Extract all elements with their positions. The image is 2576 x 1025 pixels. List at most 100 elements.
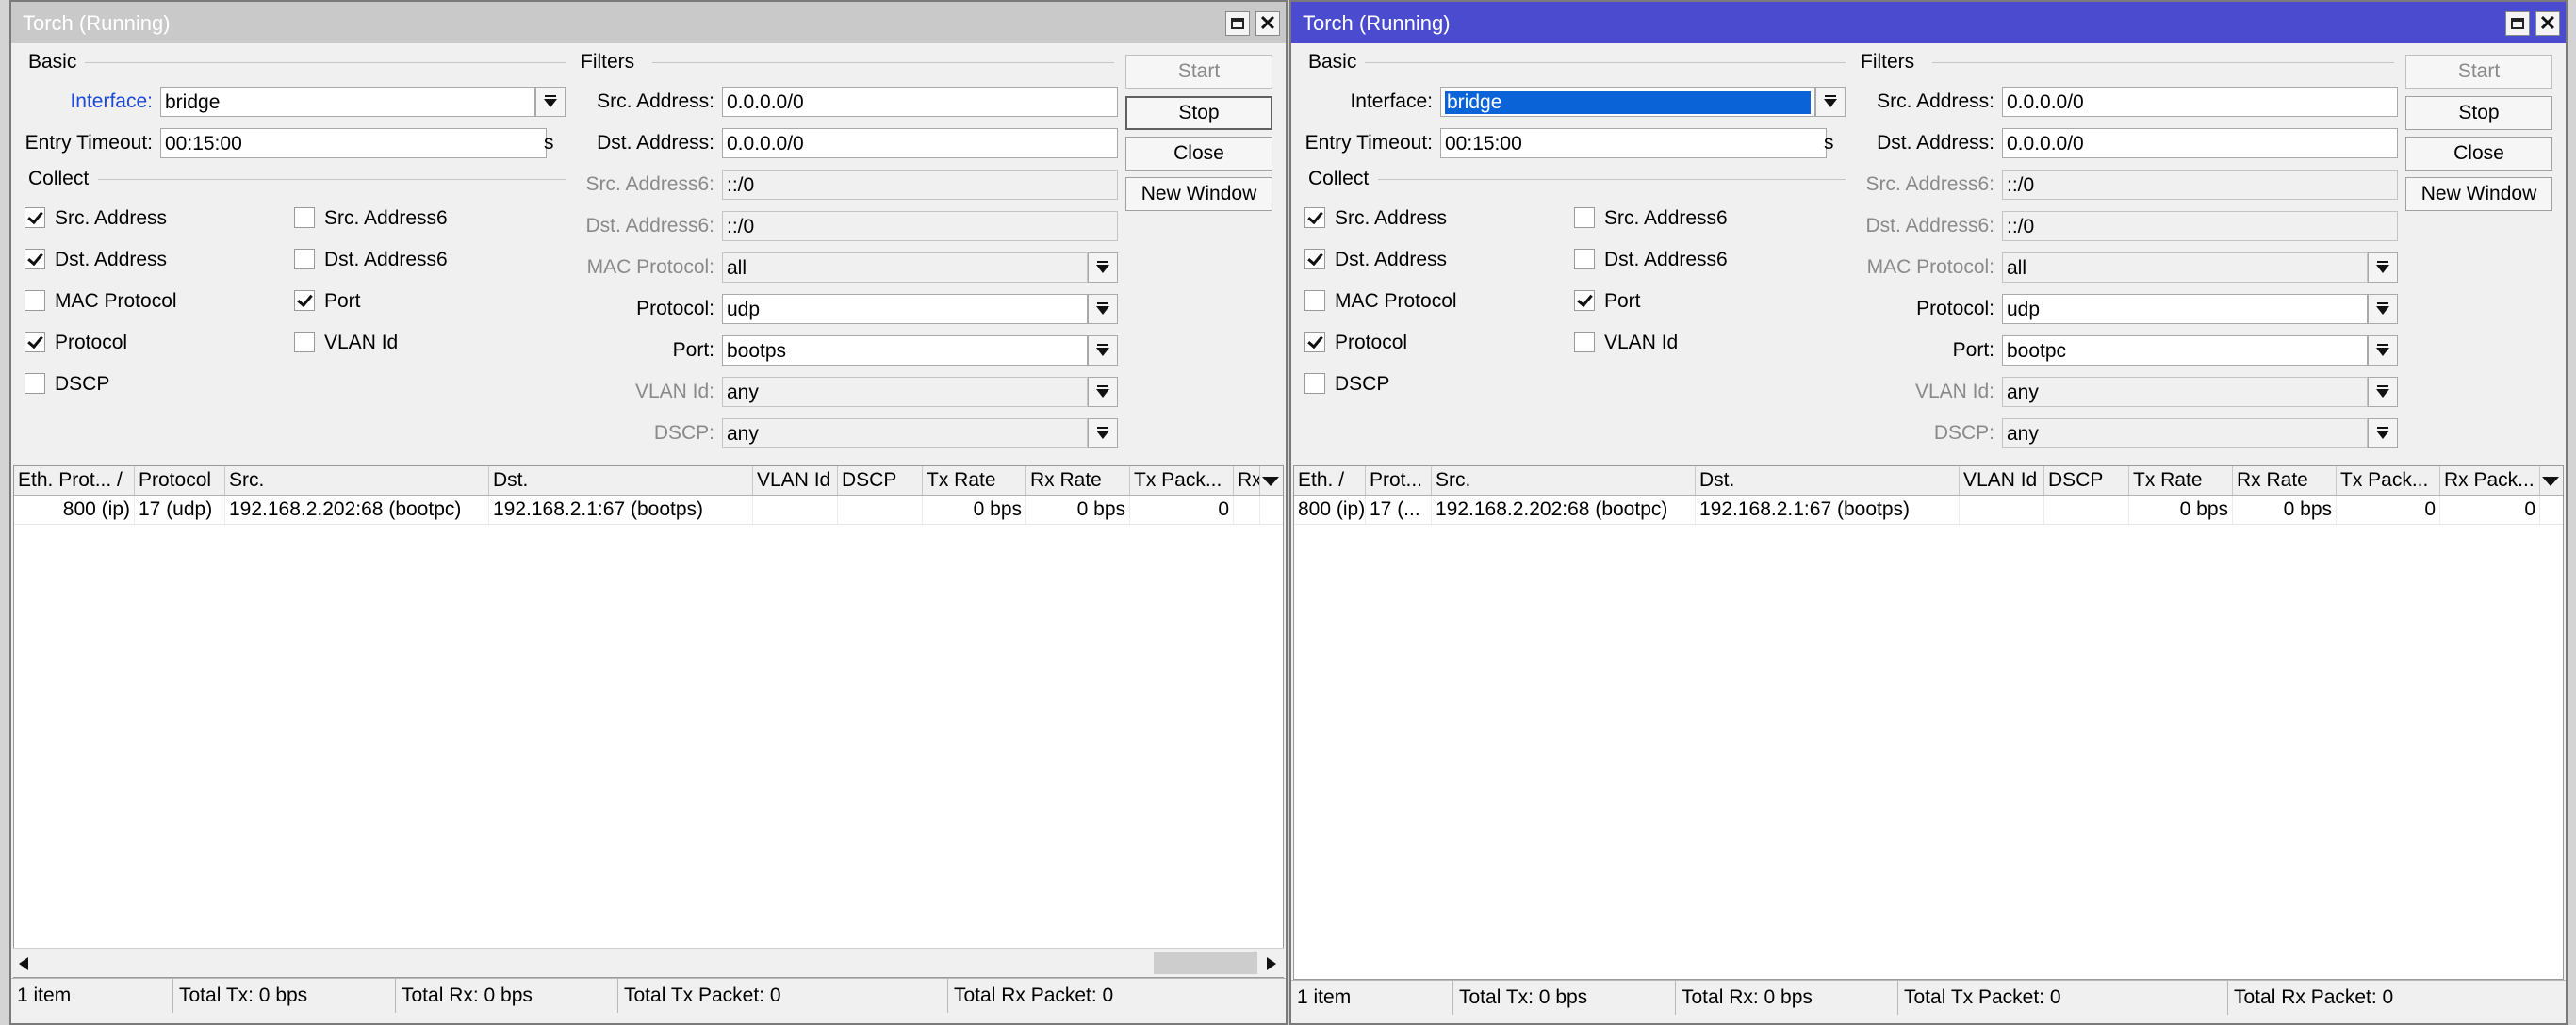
entry-timeout-input[interactable]: 00:15:00 bbox=[160, 128, 547, 158]
collect-src-address-checkbox[interactable] bbox=[25, 207, 45, 228]
filter-port-select[interactable]: bootpc bbox=[2002, 335, 2368, 366]
column-eth-protocol[interactable]: Eth. / bbox=[1294, 466, 1366, 495]
collect-dst-address6-label[interactable]: Dst. Address6 bbox=[324, 249, 448, 271]
dscp-dropdown-button[interactable] bbox=[2368, 418, 2398, 448]
dscp-dropdown-button[interactable] bbox=[1088, 418, 1118, 448]
collect-vlan-id-label[interactable]: VLAN Id bbox=[324, 332, 398, 354]
collect-dst-address6-checkbox[interactable] bbox=[1574, 249, 1595, 269]
column-dscp[interactable]: DSCP bbox=[2044, 466, 2129, 495]
title-bar[interactable]: Torch (Running) ✕ bbox=[1291, 2, 2566, 43]
collect-src-address-label[interactable]: Src. Address bbox=[55, 207, 167, 230]
column-menu-icon[interactable] bbox=[2542, 477, 2559, 486]
collect-dst-address-label[interactable]: Dst. Address bbox=[1335, 249, 1447, 271]
collect-dscp-checkbox[interactable] bbox=[25, 373, 45, 394]
filter-dscp-select[interactable]: any bbox=[722, 418, 1088, 448]
table-row[interactable]: 800 (ip) 17 (udp) 192.168.2.202:68 (boot… bbox=[14, 496, 1283, 525]
collect-mac-protocol-label[interactable]: MAC Protocol bbox=[1335, 290, 1457, 313]
filter-dst-address-input[interactable]: 0.0.0.0/0 bbox=[2002, 128, 2398, 158]
collect-dscp-label[interactable]: DSCP bbox=[1335, 373, 1389, 396]
close-button[interactable]: Close bbox=[1125, 137, 1272, 171]
collect-port-label[interactable]: Port bbox=[1604, 290, 1641, 313]
interface-label[interactable]: Interface: bbox=[11, 90, 153, 113]
collect-dst-address-checkbox[interactable] bbox=[1304, 249, 1325, 269]
collect-vlan-id-checkbox[interactable] bbox=[1574, 332, 1595, 352]
stop-button[interactable]: Stop bbox=[1125, 96, 1272, 130]
column-menu-icon[interactable] bbox=[1262, 477, 1279, 486]
collect-dst-address6-checkbox[interactable] bbox=[294, 249, 315, 269]
collect-vlan-id-label[interactable]: VLAN Id bbox=[1604, 332, 1678, 354]
collect-mac-protocol-checkbox[interactable] bbox=[1304, 290, 1325, 311]
scrollbar-thumb[interactable] bbox=[1154, 952, 1257, 974]
interface-label[interactable]: Interface: bbox=[1291, 90, 1433, 113]
column-src[interactable]: Src. bbox=[1432, 466, 1696, 495]
column-protocol[interactable]: Protocol bbox=[135, 466, 225, 495]
maximize-button[interactable] bbox=[2505, 11, 2530, 36]
collect-port-checkbox[interactable] bbox=[1574, 290, 1595, 311]
close-button[interactable]: Close bbox=[2405, 137, 2552, 171]
new-window-button[interactable]: New Window bbox=[2405, 177, 2552, 211]
collect-protocol-label[interactable]: Protocol bbox=[1335, 332, 1407, 354]
close-window-button[interactable]: ✕ bbox=[1255, 11, 1280, 36]
filter-src-address-input[interactable]: 0.0.0.0/0 bbox=[722, 87, 1118, 117]
table-row[interactable]: 800 (ip) 17 (... 192.168.2.202:68 (bootp… bbox=[1294, 496, 2563, 525]
collect-mac-protocol-checkbox[interactable] bbox=[25, 290, 45, 311]
filter-protocol-select[interactable]: udp bbox=[722, 294, 1088, 324]
entry-timeout-input[interactable]: 00:15:00 bbox=[1440, 128, 1827, 158]
port-dropdown-button[interactable] bbox=[2368, 335, 2398, 366]
scroll-right-icon[interactable] bbox=[1267, 957, 1276, 970]
collect-protocol-checkbox[interactable] bbox=[1304, 332, 1325, 352]
port-dropdown-button[interactable] bbox=[1088, 335, 1118, 366]
filter-mac-protocol-select[interactable]: all bbox=[2002, 252, 2368, 283]
filter-vlan-id-select[interactable]: any bbox=[722, 377, 1088, 407]
protocol-dropdown-button[interactable] bbox=[1088, 294, 1118, 324]
protocol-dropdown-button[interactable] bbox=[2368, 294, 2398, 324]
vlan-id-dropdown-button[interactable] bbox=[1088, 377, 1118, 407]
horizontal-scrollbar[interactable] bbox=[13, 948, 1284, 977]
column-dst[interactable]: Dst. bbox=[489, 466, 753, 495]
column-dscp[interactable]: DSCP bbox=[838, 466, 923, 495]
collect-dst-address-label[interactable]: Dst. Address bbox=[55, 249, 167, 271]
vlan-id-dropdown-button[interactable] bbox=[2368, 377, 2398, 407]
collect-protocol-label[interactable]: Protocol bbox=[55, 332, 127, 354]
new-window-button[interactable]: New Window bbox=[1125, 177, 1272, 211]
start-button[interactable]: Start bbox=[2405, 55, 2552, 89]
interface-select[interactable]: bridge bbox=[160, 87, 535, 117]
filter-mac-protocol-select[interactable]: all bbox=[722, 252, 1088, 283]
filter-src-address-input[interactable]: 0.0.0.0/0 bbox=[2002, 87, 2398, 117]
filter-dscp-select[interactable]: any bbox=[2002, 418, 2368, 448]
scroll-left-icon[interactable] bbox=[19, 957, 28, 970]
mac-protocol-dropdown-button[interactable] bbox=[1088, 252, 1118, 283]
column-vlan-id[interactable]: VLAN Id bbox=[1960, 466, 2044, 495]
collect-src-address6-checkbox[interactable] bbox=[294, 207, 315, 228]
column-tx-rate[interactable]: Tx Rate bbox=[2129, 466, 2233, 495]
maximize-button[interactable] bbox=[1225, 11, 1250, 36]
column-rx-packets[interactable]: Rx Pack... bbox=[2440, 466, 2540, 495]
collect-dst-address-checkbox[interactable] bbox=[25, 249, 45, 269]
column-rx-packets[interactable]: Rx bbox=[1234, 466, 1260, 495]
collect-src-address6-checkbox[interactable] bbox=[1574, 207, 1595, 228]
column-eth-protocol[interactable]: Eth. Prot... / bbox=[14, 466, 135, 495]
collect-port-label[interactable]: Port bbox=[324, 290, 361, 313]
collect-dst-address6-label[interactable]: Dst. Address6 bbox=[1604, 249, 1728, 271]
filter-vlan-id-select[interactable]: any bbox=[2002, 377, 2368, 407]
close-window-button[interactable]: ✕ bbox=[2535, 11, 2560, 36]
collect-vlan-id-checkbox[interactable] bbox=[294, 332, 315, 352]
collect-src-address-label[interactable]: Src. Address bbox=[1335, 207, 1447, 230]
title-bar[interactable]: Torch (Running) ✕ bbox=[11, 2, 1286, 43]
column-tx-packets[interactable]: Tx Pack... bbox=[1130, 466, 1234, 495]
column-vlan-id[interactable]: VLAN Id bbox=[753, 466, 838, 495]
stop-button[interactable]: Stop bbox=[2405, 96, 2552, 130]
column-tx-rate[interactable]: Tx Rate bbox=[923, 466, 1026, 495]
column-tx-packets[interactable]: Tx Pack... bbox=[2337, 466, 2440, 495]
filter-port-select[interactable]: bootps bbox=[722, 335, 1088, 366]
collect-dscp-label[interactable]: DSCP bbox=[55, 373, 109, 396]
collect-protocol-checkbox[interactable] bbox=[25, 332, 45, 352]
column-rx-rate[interactable]: Rx Rate bbox=[1026, 466, 1130, 495]
collect-dscp-checkbox[interactable] bbox=[1304, 373, 1325, 394]
collect-src-address6-label[interactable]: Src. Address6 bbox=[324, 207, 448, 230]
collect-mac-protocol-label[interactable]: MAC Protocol bbox=[55, 290, 177, 313]
collect-port-checkbox[interactable] bbox=[294, 290, 315, 311]
collect-src-address-checkbox[interactable] bbox=[1304, 207, 1325, 228]
mac-protocol-dropdown-button[interactable] bbox=[2368, 252, 2398, 283]
filter-dst-address-input[interactable]: 0.0.0.0/0 bbox=[722, 128, 1118, 158]
